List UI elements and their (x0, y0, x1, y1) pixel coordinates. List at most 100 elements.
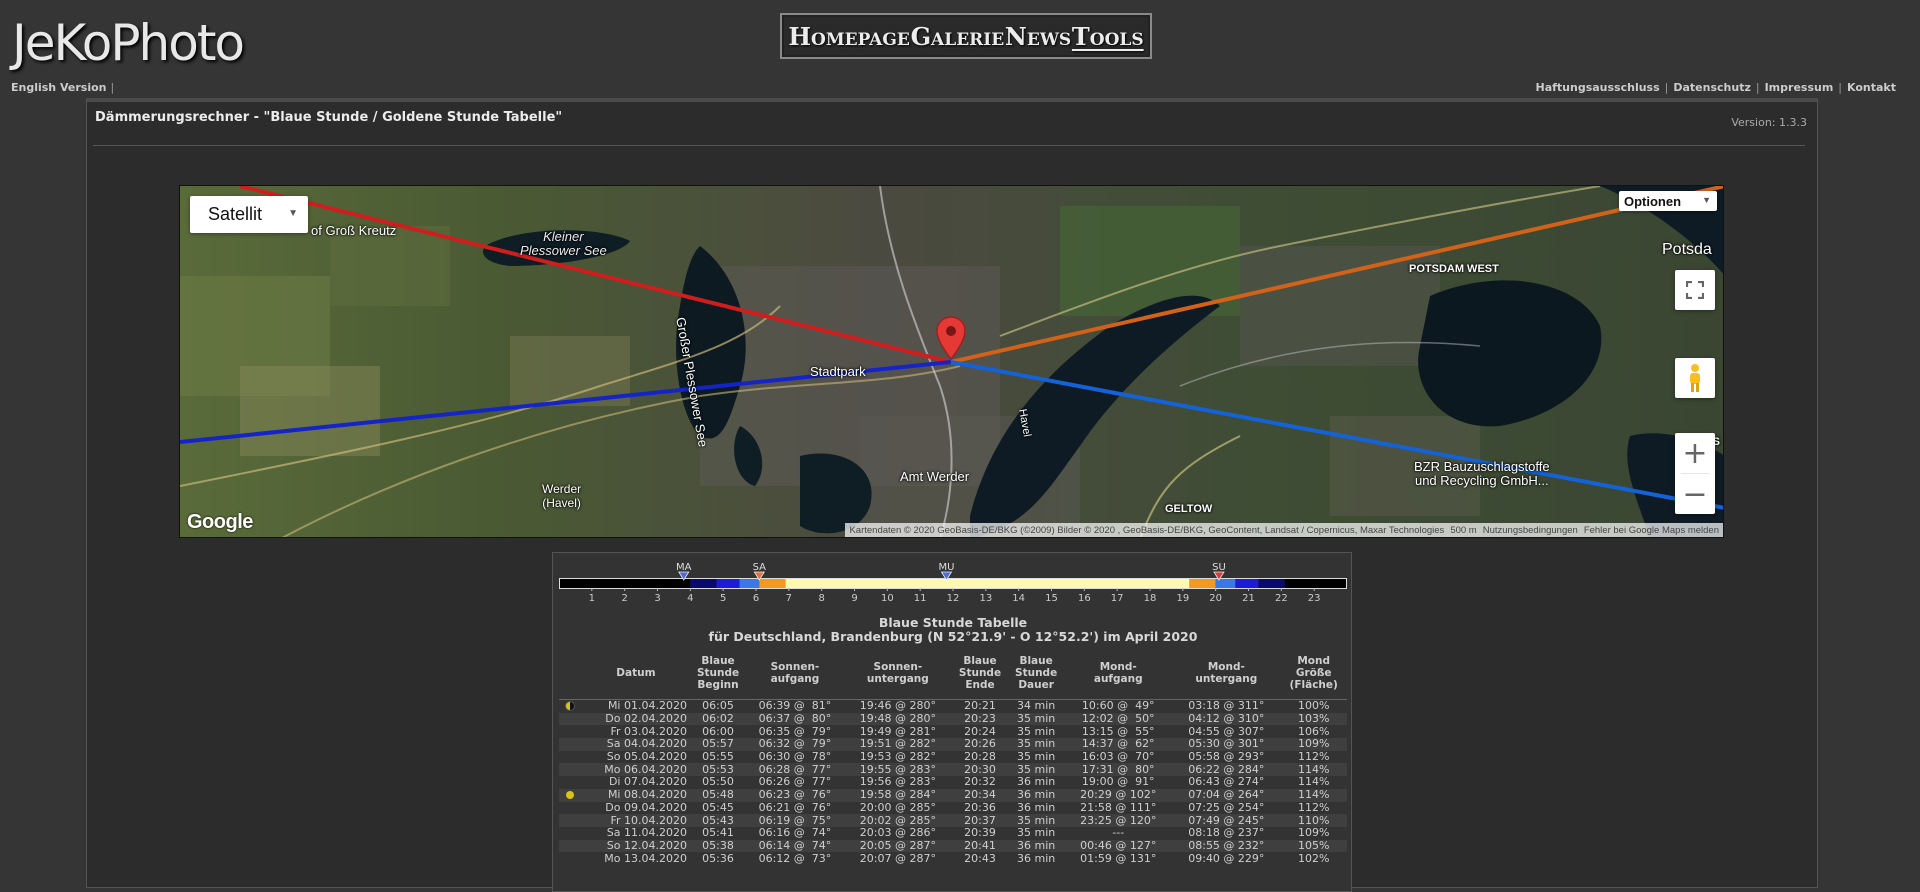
moon-phase-cell (559, 852, 582, 865)
header-word: Beginn (697, 679, 739, 691)
timeline-hour-label: 11 (914, 593, 927, 604)
separator: | (1755, 81, 1760, 94)
nav-news[interactable]: News (1005, 22, 1071, 51)
pegman-icon (1690, 364, 1700, 392)
table-cell-dur: 35 min (1008, 827, 1065, 840)
timeline-hour-label: 7 (786, 593, 792, 604)
table-cell-bsb: 05:38 (689, 840, 747, 853)
table-cell-bsb: 05:48 (689, 789, 747, 802)
table-cell-date: Sa 04.04.2020 (581, 738, 690, 751)
table-row: Do 02.04.2020 06:02 06:37 @ 80° 19:48 @ 280… (559, 713, 1347, 726)
table-cell-date: Do 09.04.2020 (581, 801, 690, 815)
timeline-segment (785, 579, 1190, 588)
header-word: untergang (866, 673, 929, 685)
header-word: Stunde (696, 667, 740, 679)
table-row: Do 09.04.2020 05:45 06:21 @ 76° 20:00 @ 285… (559, 801, 1347, 815)
table-cell-ma: 21:58 @ 111° (1064, 801, 1173, 815)
english-version-link[interactable]: English Version (11, 81, 106, 94)
options-select[interactable]: Optionen ▼ (1619, 191, 1717, 211)
header-word: Sonnen- (873, 661, 923, 673)
full-moon-icon (566, 791, 575, 800)
table-cell-ma: 00:46 @ 127° (1064, 840, 1173, 853)
table-cell-su: 20:05 @ 287° (843, 840, 952, 853)
map-label: GELTOW (1165, 503, 1213, 515)
col-header: Sonnen-aufgang (746, 655, 844, 700)
map-label: Amt Werder (900, 469, 970, 484)
street-view-button[interactable] (1675, 358, 1715, 398)
link-haftungsausschluss[interactable]: Haftungsausschluss (1536, 81, 1660, 94)
link-datenschutz[interactable]: Datenschutz (1673, 81, 1751, 94)
satellite-map[interactable]: Kleiner Plessower See Großer Plessower Se… (179, 185, 1724, 538)
location-marker-icon[interactable] (936, 316, 966, 360)
timeline-hour-label: 8 (818, 593, 824, 604)
timeline-hour-label: 3 (654, 593, 660, 604)
table-cell-su: 20:03 @ 286° (843, 827, 952, 840)
moon-phase-cell (559, 826, 582, 840)
col-header: Mond Größe (Fläche) (1280, 655, 1347, 700)
half-moon-icon (565, 701, 576, 712)
map-terms-link[interactable]: Nutzungsbedingungen (1483, 525, 1578, 536)
nav-homepage[interactable]: Homepage (788, 22, 909, 51)
table-cell-mu: 05:30 @ 301° (1172, 738, 1281, 751)
dropdown-arrow-icon: ▼ (288, 208, 298, 219)
table-row: Mo 06.04.2020 05:53 06:28 @ 77° 19:55 @ 283… (559, 763, 1347, 777)
timeline-segment (690, 579, 717, 588)
map-report-link[interactable]: Fehler bei Google Maps melden (1584, 525, 1719, 536)
table-heading: Blaue Stunde Tabelle für Deutschland, Br… (553, 616, 1353, 644)
table-cell-mu: 07:04 @ 264° (1172, 789, 1281, 802)
table-cell-sa: 06:21 @ 76° (746, 801, 844, 815)
nav-galerie[interactable]: Galerie (911, 22, 1005, 51)
table-cell-size: 114% (1280, 776, 1347, 789)
timeline-hour-label: 5 (720, 593, 726, 604)
map-label: Potsda (1662, 241, 1712, 258)
timeline-hour-label: 14 (1012, 593, 1025, 604)
link-impressum[interactable]: Impressum (1765, 81, 1834, 94)
table-cell-bsb: 05:36 (689, 852, 747, 865)
table-cell-bse: 20:24 (951, 725, 1009, 739)
table-cell-sa: 06:37 @ 80° (746, 713, 844, 726)
table-cell-mu: 04:55 @ 307° (1172, 725, 1281, 739)
table-cell-sa: 06:26 @ 77° (746, 776, 844, 789)
header-word: Blaue (1019, 655, 1053, 667)
timeline-hour-label: 9 (851, 593, 857, 604)
table-row: So 05.04.2020 05:55 06:30 @ 78° 19:53 @ 282… (559, 751, 1347, 764)
table-cell-bse: 20:23 (951, 713, 1009, 726)
map-scale[interactable]: 500 m (1450, 525, 1476, 536)
table-cell-su: 20:00 @ 285° (843, 801, 952, 815)
header-word: Mond- (1099, 661, 1137, 673)
table-cell-bsb: 05:41 (689, 827, 747, 840)
timeline-segment (716, 579, 740, 588)
moon-phase-cell (559, 738, 582, 751)
version-label: Version: 1.3.3 (1731, 116, 1807, 129)
table-cell-mu: 03:18 @ 311° (1172, 699, 1281, 713)
site-logo[interactable]: JeKoPhoto (12, 14, 245, 72)
table-cell-sa: 06:19 @ 75° (746, 814, 844, 827)
day-timeline-bar: 1 2 3 4 5 6 7 8 9 10 11 12 13 14 15 16 17 18 19 20 21 22 23MA S… (559, 562, 1347, 604)
table-row: Fr 10.04.2020 05:43 06:19 @ 75° 20:02 @ 285… (559, 814, 1347, 827)
timeline-segment (1235, 579, 1259, 588)
timeline-hour-label: 4 (687, 593, 693, 604)
table-cell-mu: 08:55 @ 232° (1172, 840, 1281, 853)
map-type-select[interactable]: Satellit ▼ (190, 196, 308, 233)
timeline-segment (739, 579, 760, 588)
table-cell-mu: 06:43 @ 274° (1172, 776, 1281, 789)
table-cell-ma: 01:59 @ 131° (1064, 852, 1173, 865)
link-kontakt[interactable]: Kontakt (1847, 81, 1896, 94)
fullscreen-button[interactable] (1675, 270, 1715, 310)
table-cell-bse: 20:32 (951, 776, 1009, 789)
table-header-row: Datum Blaue Stunde Beginn Sonnen-aufgang S… (559, 655, 1347, 700)
table-cell-dur: 35 min (1008, 814, 1065, 827)
table-cell-size: 114% (1280, 789, 1347, 802)
nav-tools[interactable]: Tools (1072, 22, 1144, 51)
google-logo: Google (187, 511, 253, 533)
zoom-in-button[interactable]: + (1675, 433, 1715, 473)
zoom-out-button[interactable]: − (1675, 474, 1715, 514)
zoom-controls: + − (1675, 433, 1715, 514)
table-cell-size: 112% (1280, 751, 1347, 764)
map-copyright: Kartendaten © 2020 GeoBasis-DE/BKG (©200… (849, 524, 1445, 536)
table-cell-mu: 05:58 @ 293° (1172, 751, 1281, 764)
header-word: Dauer (1018, 679, 1054, 691)
divider (93, 145, 1805, 146)
table-cell-date: Fr 10.04.2020 (581, 814, 690, 827)
col-header: Blaue Stunde Beginn (689, 655, 747, 700)
